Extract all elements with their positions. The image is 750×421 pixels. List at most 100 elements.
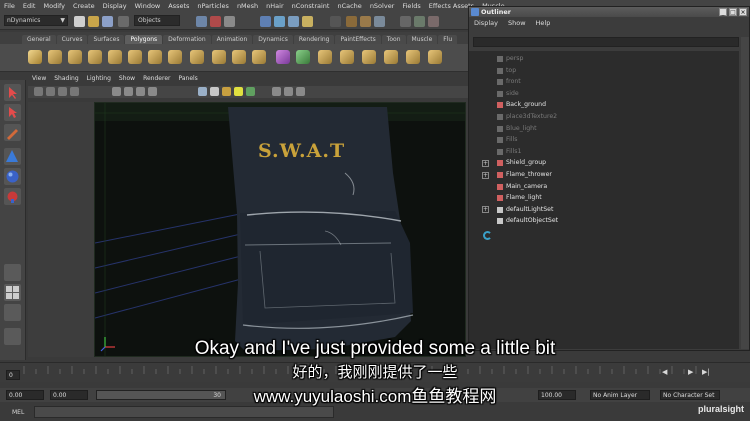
menu-item-window[interactable]: Window [131, 2, 165, 10]
outliner-item[interactable]: top [469, 65, 739, 77]
menu-item-edit[interactable]: Edit [19, 2, 40, 10]
lasso-tool-icon[interactable] [4, 104, 21, 121]
outliner-item[interactable]: + defaultLightSet [469, 204, 739, 216]
channel-box-icon[interactable] [414, 16, 425, 27]
film-gate-icon[interactable] [124, 87, 133, 96]
outliner-menu-help[interactable]: Help [531, 19, 556, 29]
panel-menu-show[interactable]: Show [115, 75, 139, 85]
outliner-item[interactable]: + Shield_group [469, 157, 739, 169]
append-polygon-icon[interactable] [362, 50, 376, 64]
selection-mode-field[interactable]: Objects [134, 15, 180, 26]
poly-torus-icon[interactable] [128, 50, 142, 64]
combine-icon[interactable] [212, 50, 226, 64]
expand-icon[interactable]: + [482, 206, 489, 214]
poly-plane-icon[interactable] [108, 50, 122, 64]
shelf-tab-animation[interactable]: Animation [211, 35, 253, 44]
outliner-filter-input[interactable] [473, 37, 739, 47]
outliner-item[interactable]: Main_camera [469, 181, 739, 193]
menu-item-nparticles[interactable]: nParticles [193, 2, 233, 10]
menu-item-nmesh[interactable]: nMesh [233, 2, 262, 10]
select-tool-icon[interactable] [4, 84, 21, 101]
outliner-item[interactable]: front [469, 76, 739, 88]
resolution-gate-icon[interactable] [136, 87, 145, 96]
outliner-item[interactable]: defaultObjectSet [469, 215, 739, 227]
hud-icon[interactable] [296, 87, 305, 96]
close-icon[interactable]: × [739, 8, 747, 16]
camera-attributes-icon[interactable] [46, 87, 55, 96]
outliner-item[interactable]: Blue_light [469, 123, 739, 135]
insert-edge-loop-icon[interactable] [406, 50, 420, 64]
ipr-render-icon[interactable] [360, 16, 371, 27]
rotate-tool-icon[interactable] [4, 168, 21, 185]
panel-menu-panels[interactable]: Panels [174, 75, 201, 85]
shelf-tab-polygons[interactable]: Polygons [125, 35, 163, 44]
outliner-item[interactable]: Back_ground [469, 99, 739, 111]
bridge-icon[interactable] [340, 50, 354, 64]
wireframe-icon[interactable] [198, 87, 207, 96]
menu-item-file[interactable]: File [0, 2, 19, 10]
image-plane-icon[interactable] [70, 87, 79, 96]
shadows-icon[interactable] [246, 87, 255, 96]
render-settings-icon[interactable] [374, 16, 385, 27]
poly-cube-icon[interactable] [48, 50, 62, 64]
shelf-tab-rendering[interactable]: Rendering [293, 35, 335, 44]
render-current-frame-icon[interactable] [346, 16, 357, 27]
poly-pyramid-icon[interactable] [168, 50, 182, 64]
menu-item-nconstraint[interactable]: nConstraint [288, 2, 334, 10]
four-view-icon[interactable] [4, 284, 21, 301]
extrude-icon[interactable] [318, 50, 332, 64]
outliner-layout-icon[interactable] [4, 304, 21, 321]
menu-item-nhair[interactable]: nHair [262, 2, 287, 10]
poly-pipe-icon[interactable] [190, 50, 204, 64]
panel-menu-shading[interactable]: Shading [50, 75, 82, 85]
shelf-tab-general[interactable]: General [22, 35, 56, 44]
panel-menu-lighting[interactable]: Lighting [83, 75, 115, 85]
shelf-tab-surfaces[interactable]: Surfaces [88, 35, 125, 44]
extract-icon[interactable] [252, 50, 266, 64]
outliner-menu-display[interactable]: Display [469, 19, 503, 29]
split-polygon-icon[interactable] [384, 50, 398, 64]
menu-item-display[interactable]: Display [99, 2, 131, 10]
tool-settings-icon[interactable] [428, 16, 439, 27]
panel-menu-renderer[interactable]: Renderer [139, 75, 174, 85]
textured-icon[interactable] [222, 87, 231, 96]
shelf-tab-deformation[interactable]: Deformation [163, 35, 211, 44]
perspective-viewport[interactable]: S.W.A.T [94, 102, 466, 357]
selection-mask-icon[interactable] [118, 16, 129, 27]
isolate-select-icon[interactable] [284, 87, 293, 96]
poly-cone-icon[interactable] [88, 50, 102, 64]
new-scene-icon[interactable] [74, 16, 85, 27]
scale-tool-icon[interactable] [4, 188, 21, 205]
panel-menu-view[interactable]: View [28, 75, 50, 85]
maximize-icon[interactable]: □ [729, 8, 737, 16]
mel-input[interactable] [34, 406, 334, 418]
outliner-item[interactable]: Flame_light [469, 192, 739, 204]
expand-icon[interactable]: + [482, 171, 489, 179]
snap-live-icon[interactable] [288, 16, 299, 27]
menu-item-fields[interactable]: Fields [398, 2, 424, 10]
outliner-scrollbar[interactable] [741, 37, 749, 349]
bevel-icon[interactable] [428, 50, 442, 64]
save-scene-icon[interactable] [102, 16, 113, 27]
outliner-item[interactable]: Fills1 [469, 146, 739, 158]
poly-sphere-icon[interactable] [28, 50, 42, 64]
sidebar-toggle-icon[interactable] [400, 16, 411, 27]
single-view-icon[interactable] [4, 264, 21, 281]
menu-item-create[interactable]: Create [69, 2, 99, 10]
expand-icon[interactable]: + [482, 159, 489, 167]
shelf-tab-muscle[interactable]: Muscle [406, 35, 438, 44]
menu-item-ncache[interactable]: nCache [333, 2, 365, 10]
menu-set-selector[interactable]: nDynamics ▼ [4, 15, 68, 26]
smooth-icon[interactable] [276, 50, 290, 64]
snap-grid-icon[interactable] [196, 16, 207, 27]
shelf-tab-dynamics[interactable]: Dynamics [253, 35, 293, 44]
poly-cylinder-icon[interactable] [68, 50, 82, 64]
triangulate-icon[interactable] [296, 50, 310, 64]
outliner-item[interactable]: Fills [469, 134, 739, 146]
shelf-tab-curves[interactable]: Curves [56, 35, 88, 44]
poly-prism-icon[interactable] [148, 50, 162, 64]
gate-mask-icon[interactable] [148, 87, 157, 96]
outliner-menu-show[interactable]: Show [503, 19, 531, 29]
smooth-shade-icon[interactable] [210, 87, 219, 96]
minimize-icon[interactable]: _ [719, 8, 727, 16]
